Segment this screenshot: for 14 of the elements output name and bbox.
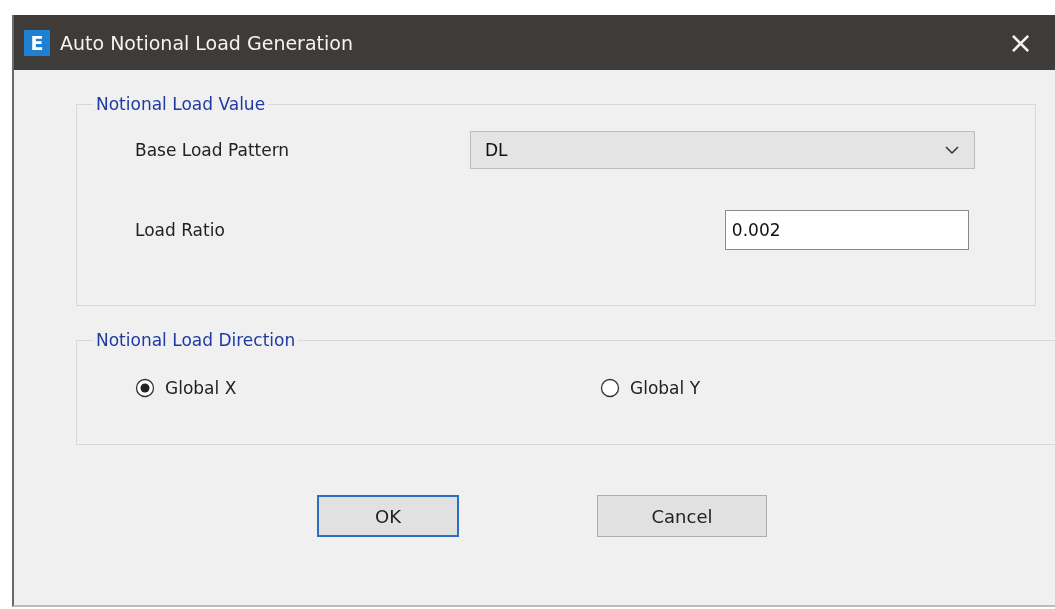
group-title: Notional Load Direction <box>95 330 297 350</box>
chevron-icon <box>944 145 960 155</box>
group-title: Notional Load Value <box>95 94 267 114</box>
dialog-button[interactable]: Cancel <box>597 495 767 537</box>
input-field[interactable]: 0.002 <box>724 210 969 250</box>
app-logo-icon: E <box>24 29 50 56</box>
radio-button[interactable]: Global Y <box>600 378 1055 398</box>
dropdown[interactable]: DL <box>470 131 975 169</box>
close-button[interactable]: × <box>1008 25 1055 60</box>
field-label: Base Load Pattern <box>135 140 291 160</box>
radio-button[interactable]: Global X <box>135 378 600 398</box>
window-title: Auto Notional Load Generation <box>60 31 354 54</box>
field-label: Load Ratio <box>135 220 225 240</box>
dialog-button[interactable]: OK <box>317 495 459 537</box>
